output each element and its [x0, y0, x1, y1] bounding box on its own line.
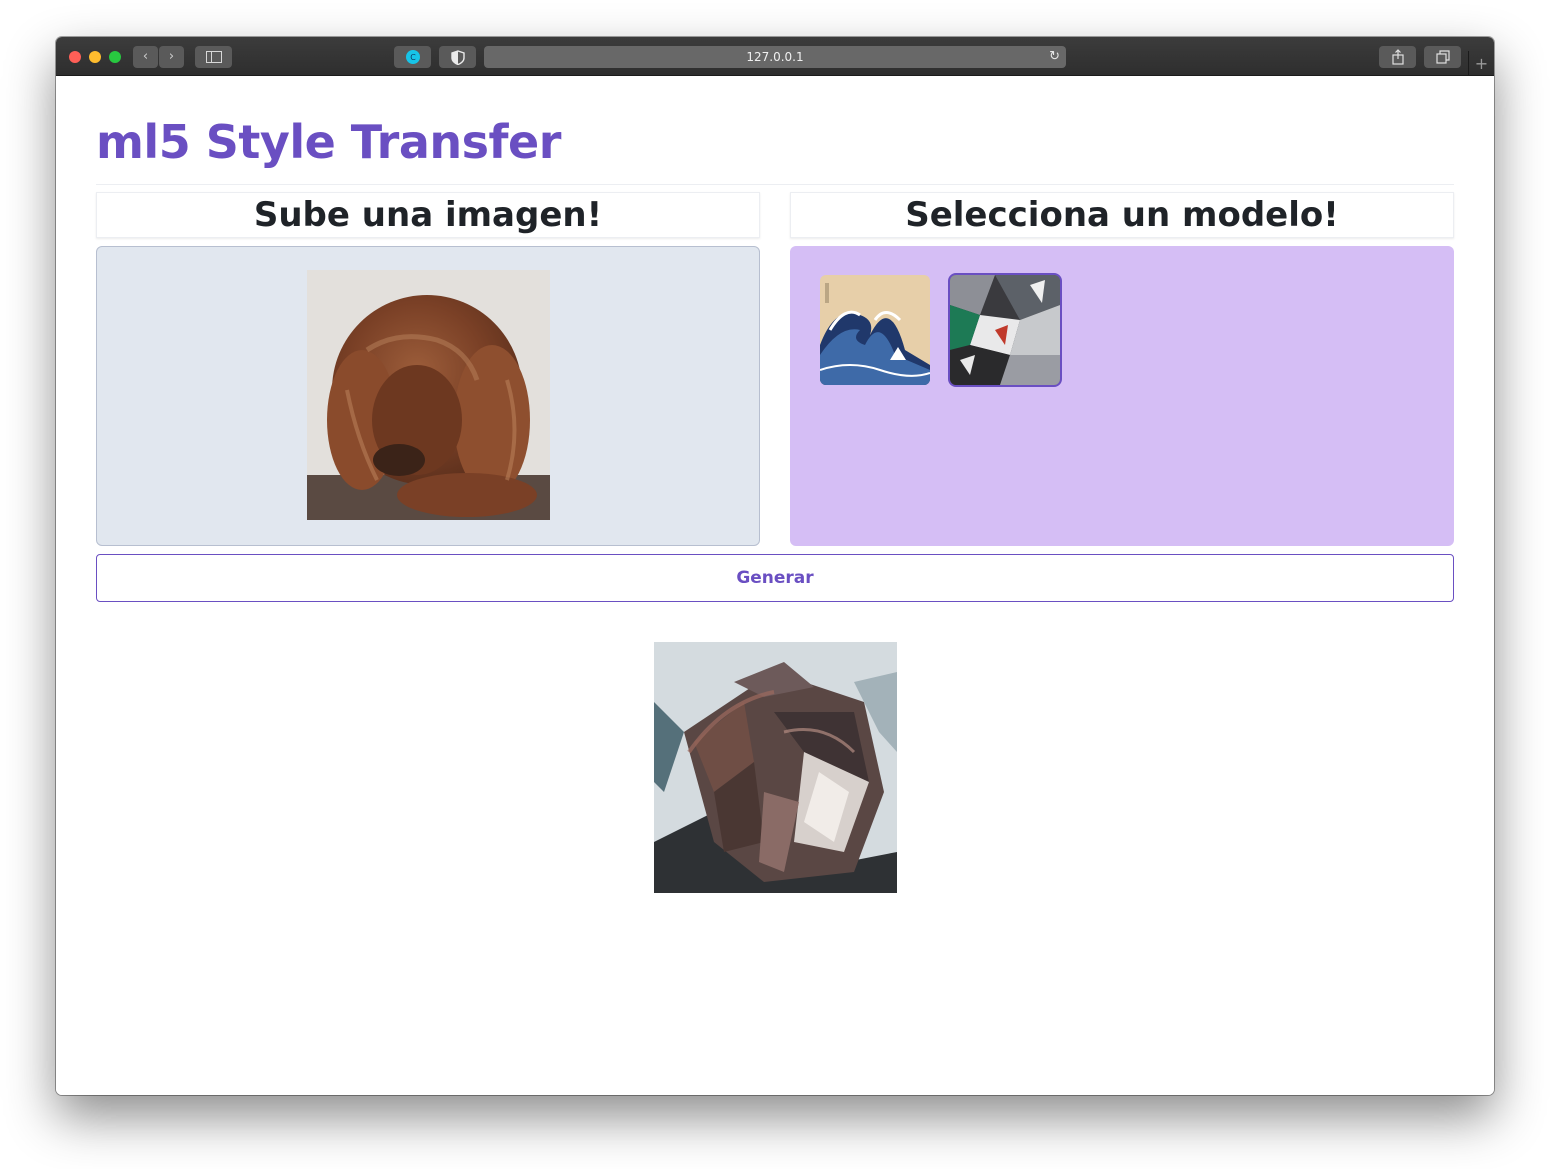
- divider: [96, 184, 1454, 185]
- tabs-icon: [1435, 50, 1450, 64]
- sidebar-button[interactable]: [195, 46, 232, 68]
- model-heading: Selecciona un modelo!: [790, 192, 1454, 238]
- back-button[interactable]: ‹: [133, 46, 158, 68]
- wave-painting-image: [820, 275, 930, 385]
- model-thumb-wave[interactable]: [820, 275, 930, 385]
- share-icon: [1391, 49, 1404, 65]
- close-window-button[interactable]: [69, 51, 81, 63]
- zoom-window-button[interactable]: [109, 51, 121, 63]
- tabs-overview-button[interactable]: [1424, 46, 1461, 68]
- model-thumb-cubist[interactable]: [950, 275, 1060, 385]
- extension-icon: C: [405, 50, 420, 64]
- generate-button[interactable]: Generar: [96, 554, 1454, 602]
- new-tab-button[interactable]: +: [1468, 51, 1494, 76]
- page-content: ml5 Style Transfer Sube una imagen! Sele…: [56, 77, 1494, 1095]
- cubist-painting-image: [950, 275, 1060, 385]
- minimize-window-button[interactable]: [89, 51, 101, 63]
- browser-window: ‹ › C 127.0.0.1 ↻ + ml5 Style Transfer S…: [56, 37, 1494, 1095]
- plus-icon: +: [1474, 54, 1489, 73]
- image-upload-dropzone[interactable]: [96, 246, 760, 546]
- chevron-left-icon: ‹: [142, 49, 149, 64]
- privacy-button[interactable]: [439, 46, 476, 68]
- stylized-result-image: [654, 642, 897, 893]
- sidebar-icon: [205, 51, 222, 63]
- shield-icon: [450, 50, 465, 66]
- page-title: ml5 Style Transfer: [96, 115, 561, 169]
- model-selector: [790, 246, 1454, 546]
- reload-icon[interactable]: ↻: [1049, 46, 1060, 68]
- chevron-right-icon: ›: [168, 49, 175, 64]
- forward-button[interactable]: ›: [159, 46, 184, 68]
- browser-titlebar: ‹ › C 127.0.0.1 ↻ +: [56, 37, 1494, 76]
- share-button[interactable]: [1379, 46, 1416, 68]
- extension-button[interactable]: C: [394, 46, 431, 68]
- uploaded-dog-image: [307, 270, 550, 520]
- svg-text:C: C: [410, 53, 416, 62]
- address-bar[interactable]: 127.0.0.1 ↻: [484, 46, 1066, 68]
- url-text: 127.0.0.1: [746, 50, 804, 64]
- upload-heading: Sube una imagen!: [96, 192, 760, 238]
